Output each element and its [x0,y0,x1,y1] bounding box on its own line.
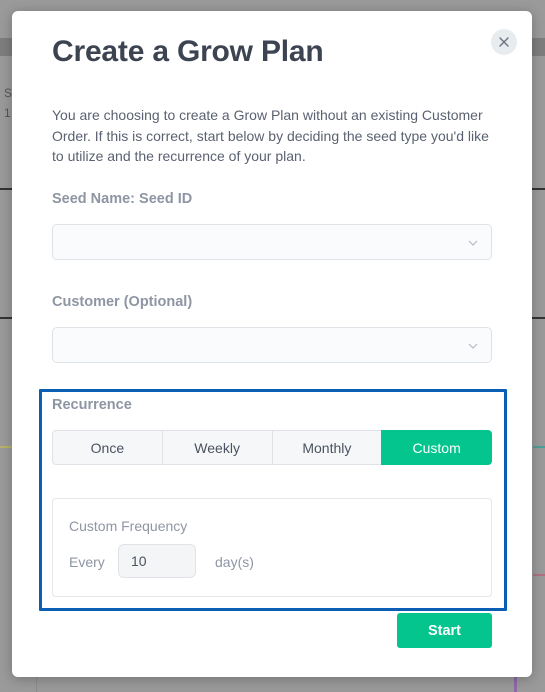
recurrence-toggle-group: Once Weekly Monthly Custom [52,430,492,465]
recurrence-custom-button[interactable]: Custom [381,430,492,465]
recurrence-monthly-button[interactable]: Monthly [271,430,383,465]
recurrence-once-button[interactable]: Once [52,430,163,465]
customer-select[interactable] [52,327,492,363]
close-button[interactable] [491,29,517,55]
background-accent [533,446,545,448]
background-text: S [4,86,13,100]
start-button[interactable]: Start [397,613,492,648]
chevron-down-icon [467,236,479,248]
background-text: 1 [4,106,11,120]
chevron-down-icon [467,339,479,351]
background-accent [533,574,545,576]
seed-name-label: Seed Name: Seed ID [52,191,193,207]
close-icon [499,34,509,51]
modal-title: Create a Grow Plan [52,35,324,68]
intro-text: You are choosing to create a Grow Plan w… [52,107,489,164]
custom-frequency-panel: Custom Frequency Every day(s) [52,498,492,597]
seed-name-select[interactable] [52,224,492,260]
every-label: Every [69,554,105,570]
recurrence-weekly-button[interactable]: Weekly [161,430,273,465]
create-grow-plan-modal: Create a Grow Plan You are choosing to c… [12,11,532,677]
customer-label: Customer (Optional) [52,294,193,310]
days-unit-label: day(s) [215,554,254,570]
background-accent [514,676,517,692]
background-accent [0,446,12,448]
frequency-days-input[interactable] [118,544,196,578]
custom-frequency-title: Custom Frequency [69,518,188,534]
recurrence-label: Recurrence [52,397,132,413]
